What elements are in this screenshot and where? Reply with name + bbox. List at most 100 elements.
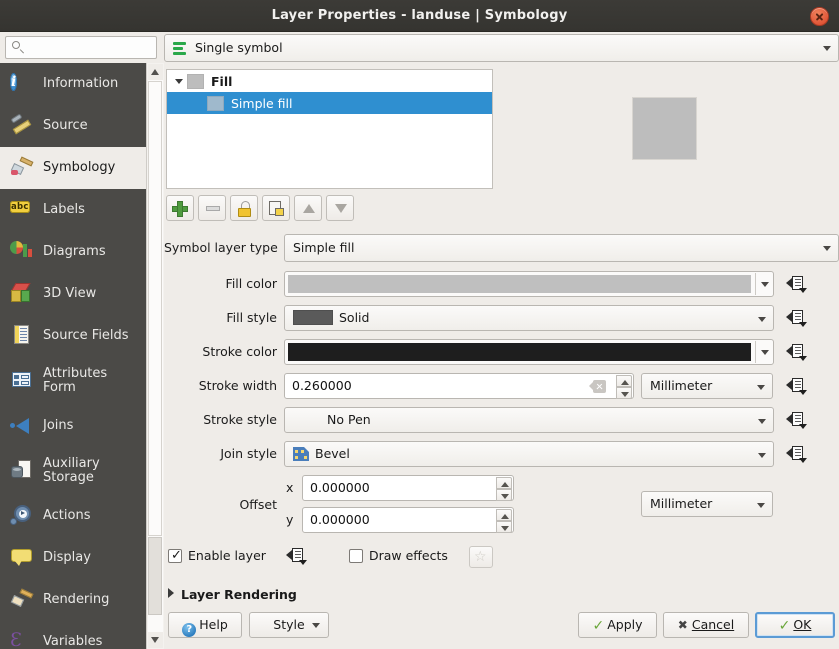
enable-layer-label: Enable layer	[188, 548, 266, 563]
scroll-down-button[interactable]	[148, 632, 163, 648]
style-button[interactable]: Style	[249, 612, 329, 638]
tree-row[interactable]: Simple fill	[167, 92, 492, 114]
join-style-data-defined-override-button[interactable]	[786, 444, 807, 464]
offset-row: Offset x 0.000000 y 0.000000 Millimeter	[164, 475, 839, 535]
arrow-up-icon	[303, 204, 315, 213]
sidebar-item-label: Actions	[43, 508, 91, 524]
search-container	[5, 36, 157, 59]
stroke-style-data-defined-override-button[interactable]	[786, 410, 807, 430]
duplicate-symbol-layer-button[interactable]	[262, 195, 290, 221]
source-fields-icon	[10, 324, 34, 348]
join-style-row: Join style Bevel	[164, 441, 839, 467]
scrollbar-thumb-upper[interactable]	[148, 81, 162, 536]
remove-symbol-layer-button[interactable]	[198, 195, 226, 221]
stroke-width-value: 0.260000	[292, 378, 352, 393]
display-bubble-icon	[10, 546, 34, 570]
auxiliary-storage-icon	[10, 459, 34, 483]
sidebar-item-source-fields[interactable]: Source Fields	[0, 315, 146, 357]
stroke-width-input[interactable]: 0.260000	[284, 373, 634, 399]
arrow-down-icon	[335, 204, 347, 213]
chevron-down-icon[interactable]	[761, 282, 769, 287]
offset-x-stepper[interactable]	[496, 477, 512, 501]
sidebar-item-symbology[interactable]: Symbology	[0, 147, 146, 189]
offset-x-value: 0.000000	[310, 480, 370, 495]
sidebar-item-labels[interactable]: abc Labels	[0, 189, 146, 231]
enable-layer-checkbox[interactable]: ✓	[168, 549, 182, 563]
stroke-color-row: Stroke color	[164, 339, 839, 365]
sidebar-item-auxiliary-storage[interactable]: Auxiliary Storage	[0, 447, 146, 495]
tree-row[interactable]: Fill	[167, 70, 492, 92]
rendering-brush-icon	[10, 588, 34, 612]
add-symbol-layer-button[interactable]	[166, 195, 194, 221]
stroke-color-label: Stroke color	[164, 339, 277, 365]
sidebar-item-joins[interactable]: Joins	[0, 405, 146, 447]
symbol-swatch	[207, 95, 224, 111]
enable-layer-data-defined-override-button[interactable]	[286, 546, 307, 566]
symbol-swatch	[187, 73, 204, 89]
help-icon: ?	[182, 623, 197, 637]
sidebar-item-label: Information	[43, 76, 119, 92]
checkmark-icon: ✓	[171, 548, 182, 563]
chevron-right-icon	[168, 588, 174, 598]
chevron-down-icon[interactable]	[761, 350, 769, 355]
join-style-value: Bevel	[315, 446, 350, 461]
sidebar-scrollbar[interactable]	[146, 63, 164, 649]
expand-triangle-icon[interactable]	[173, 74, 187, 88]
join-style-label-text: Join style	[220, 446, 277, 461]
move-symbol-layer-down-button[interactable]	[326, 195, 354, 221]
offset-unit-combo[interactable]: Millimeter	[641, 491, 773, 517]
stroke-width-data-defined-override-button[interactable]	[786, 376, 807, 396]
divider	[755, 341, 756, 363]
move-symbol-layer-up-button[interactable]	[294, 195, 322, 221]
sidebar-item-source[interactable]: Source	[0, 105, 146, 147]
sidebar-item-attributes-form[interactable]: Attributes Form	[0, 357, 146, 405]
stroke-width-unit-combo[interactable]: Millimeter	[641, 373, 773, 399]
sidebar-item-3d-view[interactable]: 3D View	[0, 273, 146, 315]
help-button[interactable]: ? Help	[168, 612, 242, 638]
renderer-type-combo[interactable]: Single symbol	[164, 34, 839, 62]
chevron-down-icon	[312, 623, 320, 628]
stroke-color-data-defined-override-button[interactable]	[786, 342, 807, 362]
apply-button[interactable]: ✓ Apply	[578, 612, 657, 638]
sidebar-item-variables[interactable]: Ɛ Variables	[0, 621, 146, 649]
fill-color-button[interactable]	[284, 271, 774, 297]
offset-x-input[interactable]: 0.000000	[302, 475, 514, 501]
symbol-preview	[632, 97, 697, 160]
clear-icon[interactable]	[589, 380, 606, 393]
scroll-up-button[interactable]	[148, 64, 163, 80]
stroke-color-button[interactable]	[284, 339, 774, 365]
sidebar-item-diagrams[interactable]: Diagrams	[0, 231, 146, 273]
stroke-style-combo[interactable]: No Pen	[284, 407, 774, 433]
sidebar-item-label: Rendering	[43, 592, 110, 608]
fill-color-data-defined-override-button[interactable]	[786, 274, 807, 294]
offset-y-value: 0.000000	[310, 512, 370, 527]
sidebar-item-actions[interactable]: Actions	[0, 495, 146, 537]
symbol-layer-type-row: Symbol layer type Simple fill	[164, 234, 839, 262]
lock-layer-colors-button[interactable]	[230, 195, 258, 221]
cancel-button[interactable]: ✖ Cancel	[663, 612, 749, 638]
draw-effects-label: Draw effects	[369, 548, 448, 563]
settings-sidebar[interactable]: i Information Source Symbology abc Label…	[0, 63, 146, 649]
close-icon[interactable]	[810, 7, 829, 26]
fill-style-swatch	[293, 310, 333, 325]
sidebar-item-information[interactable]: i Information	[0, 63, 146, 105]
symbol-layer-tree[interactable]: Fill Simple fill	[166, 69, 493, 189]
offset-y-stepper[interactable]	[496, 509, 512, 533]
check-icon: ✓	[592, 618, 605, 634]
fill-style-data-defined-override-button[interactable]	[786, 308, 807, 328]
fill-style-combo[interactable]: Solid	[284, 305, 774, 331]
sidebar-item-rendering[interactable]: Rendering	[0, 579, 146, 621]
search-input[interactable]	[5, 36, 157, 59]
scrollbar-thumb[interactable]	[148, 537, 162, 615]
symbol-layer-type-combo[interactable]: Simple fill	[284, 234, 839, 262]
information-icon: i	[10, 73, 18, 91]
join-style-combo[interactable]: Bevel	[284, 441, 774, 467]
layer-rendering-expander[interactable]: Layer Rendering	[168, 587, 297, 602]
draw-effects-checkbox[interactable]	[349, 549, 363, 563]
sidebar-item-label: Attributes Form	[43, 366, 108, 395]
offset-y-input[interactable]: 0.000000	[302, 507, 514, 533]
ok-button[interactable]: ✓ OK	[755, 612, 835, 638]
stroke-width-stepper[interactable]	[616, 375, 632, 399]
sidebar-item-display[interactable]: Display	[0, 537, 146, 579]
effects-settings-button[interactable]: ☆	[469, 546, 493, 568]
